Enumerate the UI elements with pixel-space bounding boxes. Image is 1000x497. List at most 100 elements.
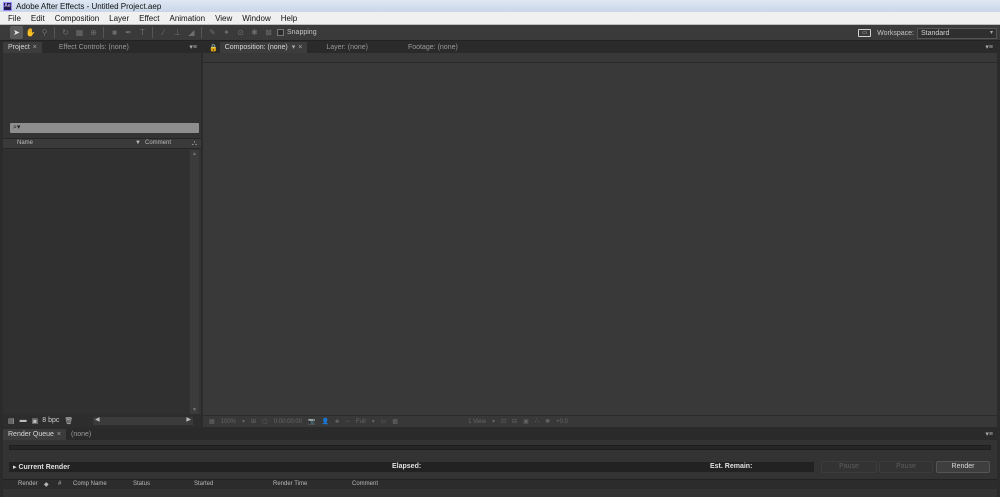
menu-composition[interactable]: Composition (50, 12, 104, 25)
fast-previews-icon[interactable]: ⊟ (512, 418, 517, 425)
hand-tool-icon[interactable]: ✋ (24, 26, 37, 39)
menu-animation[interactable]: Animation (164, 12, 210, 25)
toolbar-divider (201, 27, 202, 38)
column-comment[interactable]: Comment (145, 140, 171, 146)
transparency-grid-icon[interactable]: ▩ (392, 418, 398, 425)
toggle-pixel-aspect-icon[interactable]: ⊡ (501, 418, 506, 425)
trash-icon[interactable]: 🗑 (64, 417, 73, 425)
lock-icon[interactable]: 🔒 (209, 44, 218, 52)
tools-panel: ➤ ✋ ⚲ ↻ ▦ ⊕ ■ ✒ T ⁄ ⊥ ◢ ✎ ✦ ⊙ ✱ ⊠ Snappi… (0, 25, 1000, 41)
current-time[interactable]: 0:00:00:00 (274, 419, 302, 425)
channel-icon[interactable]: ♣ (335, 419, 339, 425)
world-axis-icon[interactable]: ✱ (248, 26, 261, 39)
project-column-header: Name ▼ Comment (3, 138, 201, 149)
flowchart-icon[interactable]: ⛬ (535, 418, 539, 425)
close-icon[interactable]: × (57, 431, 61, 438)
scroll-right-icon[interactable]: ▶ (186, 416, 191, 423)
color-management-icon[interactable]: ∽ (345, 418, 350, 425)
close-icon[interactable]: × (298, 44, 302, 51)
mask-tool-icon[interactable]: ■ (108, 26, 121, 39)
column-render[interactable]: Render (18, 481, 38, 487)
exposure-value[interactable]: +0.0 (556, 419, 568, 425)
tab-composition[interactable]: Composition: (none) ▾ × (219, 42, 308, 53)
camera-tool-icon[interactable]: ▦ (73, 26, 86, 39)
menu-layer[interactable]: Layer (104, 12, 134, 25)
timeline-icon[interactable]: ▣ (523, 418, 529, 425)
menu-edit[interactable]: Edit (26, 12, 50, 25)
project-horizontal-scrollbar[interactable]: ◀ ▶ (93, 417, 193, 425)
column-render-time[interactable]: Render Time (273, 481, 307, 487)
project-search-input[interactable]: ⌕▾ (10, 123, 199, 133)
column-comment[interactable]: Comment (352, 481, 378, 487)
mask-visibility-icon[interactable]: ▢ (262, 418, 268, 425)
snapshot-icon[interactable]: 📷 (308, 418, 315, 425)
chevron-down-icon[interactable]: ▾ (292, 44, 296, 51)
panel-menu-icon[interactable]: ▾≡ (985, 430, 993, 438)
scroll-down-icon[interactable]: ▼ (190, 407, 199, 413)
scroll-up-icon[interactable]: ▲ (190, 151, 199, 157)
workspace-select[interactable]: Standard ▾ (917, 27, 997, 39)
roto-brush-tool-icon[interactable]: ✎ (206, 26, 219, 39)
column-number[interactable]: # (58, 481, 61, 487)
tab-project[interactable]: Project × (3, 42, 42, 53)
composition-viewer[interactable] (203, 63, 997, 415)
menu-file[interactable]: File (0, 12, 26, 25)
menu-help[interactable]: Help (276, 12, 302, 25)
column-name[interactable]: Name (17, 140, 33, 146)
project-panel: Project × Effect Controls: (none) ▾≡ ⌕▾ N… (3, 42, 201, 427)
snapping-label: Snapping (287, 29, 317, 36)
always-preview-icon[interactable]: ▦ (209, 418, 215, 425)
stop-button[interactable]: Pause (821, 461, 877, 473)
column-status[interactable]: Status (133, 481, 150, 487)
interpret-footage-icon[interactable]: ▤ (8, 417, 15, 425)
label-tag-icon[interactable]: ◆ (44, 481, 49, 488)
new-composition-icon[interactable]: ▣ (32, 417, 39, 425)
local-axis-icon[interactable]: ⊙ (234, 26, 247, 39)
menu-window[interactable]: Window (237, 12, 275, 25)
new-folder-icon[interactable]: ▬ (20, 417, 27, 424)
panel-menu-icon[interactable]: ▾≡ (985, 43, 993, 51)
scroll-left-icon[interactable]: ◀ (95, 416, 100, 423)
render-button[interactable]: Render (936, 461, 990, 473)
project-vertical-scrollbar[interactable]: ▲ ▼ (190, 150, 199, 414)
view-axis-icon[interactable]: ⊠ (262, 26, 275, 39)
current-render-toggle[interactable]: ▸ Current Render (13, 463, 70, 471)
menu-bar: File Edit Composition Layer Effect Anima… (0, 12, 1000, 25)
zoom-tool-icon[interactable]: ⚲ (38, 26, 51, 39)
column-started[interactable]: Started (194, 481, 213, 487)
panel-menu-icon[interactable]: ▾≡ (189, 43, 197, 51)
puppet-pin-tool-icon[interactable]: ✦ (220, 26, 233, 39)
column-comp-name[interactable]: Comp Name (73, 481, 107, 487)
menu-effect[interactable]: Effect (134, 12, 164, 25)
safe-zones-icon[interactable]: ⊞ (251, 418, 256, 425)
brush-tool-icon[interactable]: ⁄ (157, 26, 170, 39)
workspace-icon[interactable]: ▭ (858, 29, 872, 37)
pause-button[interactable]: Pause (879, 461, 933, 473)
close-icon[interactable]: × (33, 44, 37, 51)
menu-view[interactable]: View (210, 12, 237, 25)
project-item-list[interactable] (3, 150, 189, 414)
show-snapshot-icon[interactable]: 👤 (322, 418, 329, 425)
pen-tool-icon[interactable]: ✒ (122, 26, 135, 39)
tab-footage[interactable]: Footage: (none) (403, 42, 463, 53)
eraser-tool-icon[interactable]: ◢ (185, 26, 198, 39)
clone-stamp-tool-icon[interactable]: ⊥ (171, 26, 184, 39)
bit-depth-button[interactable]: 8 bpc (42, 417, 59, 424)
tab-layer[interactable]: Layer: (none) (321, 42, 373, 53)
snapping-checkbox[interactable] (277, 29, 284, 36)
region-of-interest-icon[interactable]: ▭ (381, 418, 387, 425)
exposure-icon[interactable]: ✺ (545, 418, 550, 425)
tab-effect-controls[interactable]: Effect Controls: (none) (54, 42, 134, 53)
flowchart-icon[interactable]: ⛬ (192, 140, 197, 148)
tab-render-queue[interactable]: Render Queue × (3, 429, 67, 440)
tab-timeline-none[interactable]: (none) (66, 429, 96, 440)
rotation-tool-icon[interactable]: ↻ (59, 26, 72, 39)
views-dropdown[interactable]: 1 View (468, 419, 486, 425)
label-column-icon[interactable]: ▼ (135, 140, 141, 146)
composition-panel-tabs: 🔒 Composition: (none) ▾ × Layer: (none) Fo… (203, 42, 997, 53)
resolution-dropdown[interactable]: Full (356, 419, 366, 425)
selection-tool-icon[interactable]: ➤ (10, 26, 23, 39)
zoom-dropdown[interactable]: 100% (221, 419, 236, 425)
pan-behind-tool-icon[interactable]: ⊕ (87, 26, 100, 39)
type-tool-icon[interactable]: T (136, 26, 149, 39)
